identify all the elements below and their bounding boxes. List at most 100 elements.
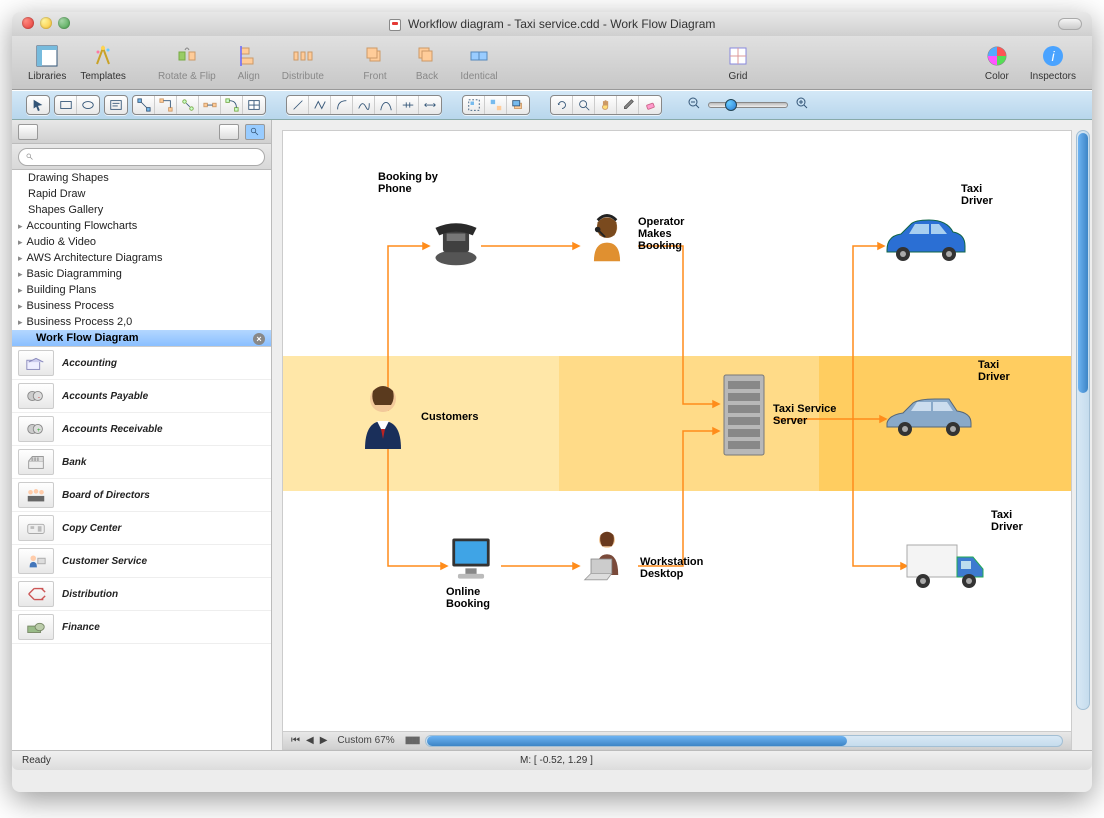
color-button[interactable]: Color [972, 40, 1022, 84]
zoom-out-button[interactable] [686, 95, 702, 116]
customers-node[interactable] [351, 379, 415, 449]
vertical-scrollbar[interactable] [1076, 130, 1090, 710]
zoom-label[interactable]: Custom 67% [333, 735, 398, 746]
connector5-button[interactable] [221, 96, 243, 114]
tree-item[interactable]: Business Process [12, 298, 271, 314]
tree-item[interactable]: Drawing Shapes [12, 170, 271, 186]
car2-node[interactable] [881, 393, 975, 439]
pages-icon[interactable]: ▮▮▮▮ [405, 735, 419, 746]
tree-item[interactable]: Building Plans [12, 282, 271, 298]
line-tool-button[interactable] [287, 96, 309, 114]
node-label: OperatorMakesBooking [638, 216, 684, 252]
polyline-tool-button[interactable] [309, 96, 331, 114]
shape-item[interactable]: Finance [12, 611, 271, 644]
inspectors-button[interactable]: i Inspectors [1024, 40, 1082, 84]
templates-button[interactable]: Templates [74, 40, 132, 84]
back-button[interactable]: Back [402, 40, 452, 84]
document-icon [389, 19, 401, 31]
tree-item[interactable]: Accounting Flowcharts [12, 218, 271, 234]
search-mode-button[interactable] [245, 124, 265, 140]
operator-node[interactable] [579, 209, 635, 265]
server-node[interactable] [718, 371, 770, 461]
shape-item[interactable]: Copy Center [12, 512, 271, 545]
ungroup-tool-button[interactable] [485, 96, 507, 114]
horizontal-scrollbar-row: ⏮ ◀ ▶ Custom 67% ▮▮▮▮ [282, 732, 1072, 750]
phone-node[interactable] [428, 213, 484, 269]
window-title: Workflow diagram - Taxi service.cdd - Wo… [389, 17, 716, 31]
zoom-button[interactable] [573, 96, 595, 114]
bezier-tool-button[interactable] [375, 96, 397, 114]
connector4-button[interactable] [199, 96, 221, 114]
tree-item[interactable]: Business Process 2,0 [12, 314, 271, 330]
ellipse-tool-button[interactable] [77, 96, 99, 114]
car1-node[interactable] [881, 216, 969, 266]
layers-tool-button[interactable] [507, 96, 529, 114]
arc-tool-button[interactable] [331, 96, 353, 114]
curve-tool-button[interactable] [353, 96, 375, 114]
grid-mode-button[interactable] [219, 124, 239, 140]
tree-item-selected[interactable]: Work Flow Diagram× [12, 330, 271, 346]
library-search-input[interactable] [18, 148, 265, 166]
node-label: TaxiDriver [978, 359, 1010, 383]
close-library-button[interactable]: × [253, 333, 265, 345]
shape-thumb-icon: - [18, 383, 54, 409]
tree-item[interactable]: Rapid Draw [12, 186, 271, 202]
monitor-node[interactable] [443, 531, 499, 587]
status-ready: Ready [22, 755, 51, 766]
shape-item[interactable]: Customer Service [12, 545, 271, 578]
align-button[interactable]: Align [224, 40, 274, 84]
connector1-button[interactable] [133, 96, 155, 114]
pointer-tool-button[interactable] [27, 96, 49, 114]
front-button[interactable]: Front [350, 40, 400, 84]
shape-item[interactable]: Accounting [12, 347, 271, 380]
node-label: Booking byPhone [378, 171, 438, 195]
group-tool-button[interactable] [463, 96, 485, 114]
tree-item[interactable]: Shapes Gallery [12, 202, 271, 218]
rotate-flip-button[interactable]: Rotate & Flip [152, 40, 222, 84]
first-page-button[interactable]: ⏮ [291, 735, 300, 746]
zoom-window-button[interactable] [58, 17, 70, 29]
shape-item[interactable]: Board of Directors [12, 479, 271, 512]
distribute-button[interactable]: Distribute [276, 40, 330, 84]
refresh-button[interactable] [551, 96, 573, 114]
connector2-button[interactable] [155, 96, 177, 114]
tree-item[interactable]: Audio & Video [12, 234, 271, 250]
horizontal-scrollbar[interactable] [425, 735, 1063, 747]
shape-item[interactable]: -Accounts Payable [12, 380, 271, 413]
hand-tool-button[interactable] [595, 96, 617, 114]
svg-text:+: + [37, 427, 41, 434]
prev-page-button[interactable]: ◀ [306, 735, 314, 746]
grid-button[interactable]: Grid [713, 40, 763, 84]
identical-button[interactable]: Identical [454, 40, 504, 84]
horiz-line-button[interactable] [397, 96, 419, 114]
libraries-button[interactable]: Libraries [22, 40, 72, 84]
close-window-button[interactable] [22, 17, 34, 29]
shape-item[interactable]: Distribution [12, 578, 271, 611]
dimension-button[interactable] [419, 96, 441, 114]
minimize-window-button[interactable] [40, 17, 52, 29]
shape-thumb-icon [18, 581, 54, 607]
node-label: Customers [421, 411, 478, 423]
tree-mode-button[interactable] [18, 124, 38, 140]
next-page-button[interactable]: ▶ [320, 735, 328, 746]
connector3-button[interactable] [177, 96, 199, 114]
text-tool-button[interactable] [105, 96, 127, 114]
tree-item[interactable]: AWS Architecture Diagrams [12, 250, 271, 266]
toolbar-capsule-button[interactable] [1058, 18, 1082, 30]
shape-item[interactable]: +Accounts Receivable [12, 413, 271, 446]
rect-tool-button[interactable] [55, 96, 77, 114]
workstation-node[interactable] [579, 527, 635, 583]
zoom-in-button[interactable] [794, 95, 810, 116]
node-label: OnlineBooking [446, 586, 490, 610]
eyedropper-button[interactable] [617, 96, 639, 114]
eraser-button[interactable] [639, 96, 661, 114]
diagram-canvas[interactable]: Booking byPhone OperatorMakesBooking Cus… [282, 130, 1072, 732]
node-label: TaxiDriver [991, 509, 1023, 533]
shape-item[interactable]: Bank [12, 446, 271, 479]
zoom-slider[interactable] [708, 102, 788, 108]
status-coords: M: [ -0.52, 1.29 ] [51, 755, 1062, 766]
truck-node[interactable] [903, 539, 991, 593]
tree-item[interactable]: Basic Diagramming [12, 266, 271, 282]
library-tree[interactable]: Drawing Shapes Rapid Draw Shapes Gallery… [12, 170, 271, 347]
table-tool-button[interactable] [243, 96, 265, 114]
